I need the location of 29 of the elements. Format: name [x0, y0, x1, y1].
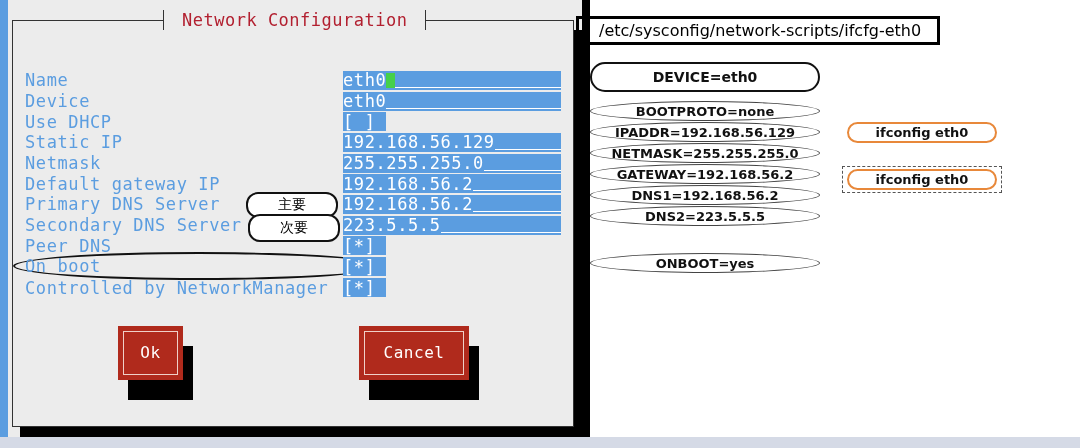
text-field[interactable]: 255.255.255.0: [343, 153, 561, 173]
selection-frame[interactable]: ifconfig eth0: [842, 166, 1002, 193]
cursor-icon: [386, 72, 396, 88]
field-label: Static IP: [25, 132, 123, 153]
file-path-label: /etc/sysconfig/network-scripts/ifcfg-eth0: [576, 16, 941, 45]
text-field[interactable]: 192.168.56.2: [343, 194, 561, 214]
checkbox[interactable]: [ ] *: [343, 256, 386, 276]
text-field[interactable]: 223.5.5.5: [343, 215, 561, 235]
field-label: Peer DNS: [25, 235, 112, 256]
field-label: Netmask: [25, 153, 101, 174]
field-label: Use DHCP: [25, 111, 112, 132]
field-label: On boot: [25, 256, 101, 277]
callout-label: 次要: [248, 213, 340, 242]
text-field[interactable]: eth0: [343, 91, 561, 111]
text-field[interactable]: 192.168.56.2: [343, 174, 561, 194]
field-label: Primary DNS Server: [25, 194, 221, 215]
checkbox[interactable]: [ ] *: [343, 236, 386, 256]
field-label: Device: [25, 91, 90, 112]
text-field[interactable]: 192.168.56.129: [343, 132, 561, 152]
text-field[interactable]: eth0: [343, 70, 561, 90]
dialog-title: Network Configuration: [163, 10, 427, 30]
field-label: Secondary DNS Server: [25, 215, 242, 236]
checkbox[interactable]: [ ] *: [343, 278, 386, 298]
field-label: Name: [25, 70, 69, 91]
cancel-button[interactable]: Cancel: [359, 325, 469, 380]
checkbox[interactable]: [ ]: [343, 112, 386, 132]
ok-button[interactable]: Ok: [118, 325, 183, 380]
field-label: Controlled by NetworkManager: [25, 277, 329, 298]
field-label: Default gateway IP: [25, 173, 221, 194]
